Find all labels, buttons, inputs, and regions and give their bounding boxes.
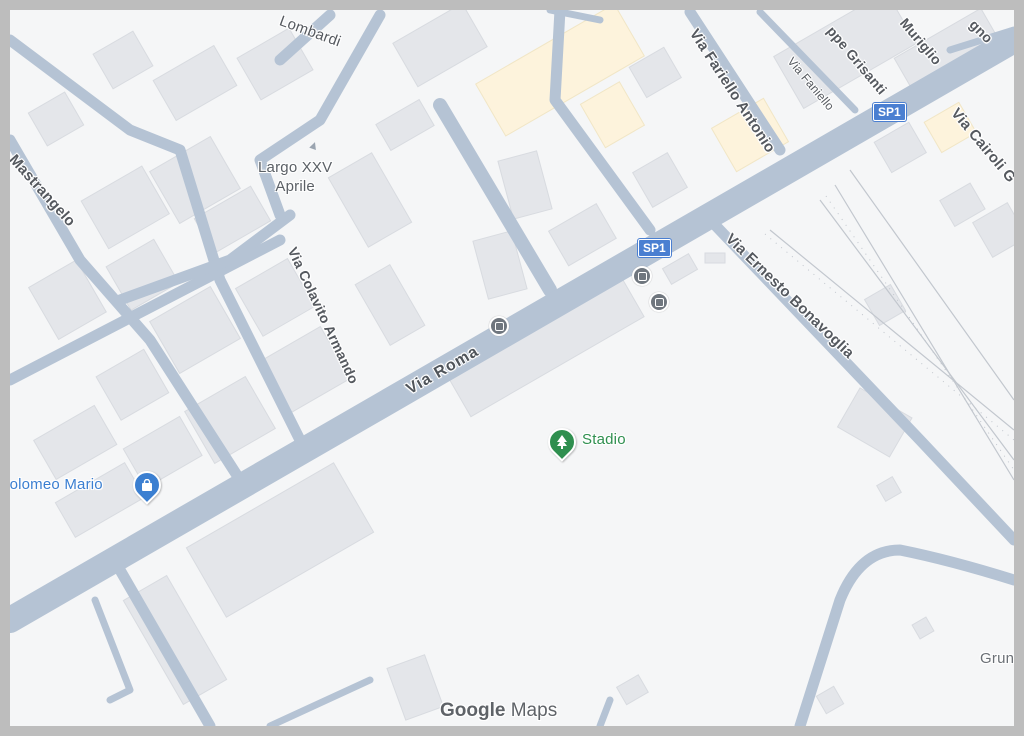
- google-wordmark: Google: [440, 700, 506, 721]
- place-label-largo-xxv-aprile: Largo XXV Aprile: [258, 158, 332, 196]
- place-label-grun: Grun: [980, 650, 1014, 667]
- park-icon: [550, 430, 574, 454]
- place-label-line-1: Largo XXV: [258, 159, 333, 176]
- map-viewport[interactable]: Lombardi Via Fariello Antonio Via Faniel…: [10, 10, 1014, 726]
- route-shield-sp1: SP1: [638, 239, 671, 257]
- poi-label-stadio[interactable]: Stadio: [582, 431, 626, 448]
- bus-stop-icon[interactable]: [649, 292, 669, 312]
- route-shield-sp1: SP1: [873, 103, 906, 121]
- bus-stop-icon[interactable]: [632, 266, 652, 286]
- bus-stop-icon[interactable]: [489, 316, 509, 336]
- map-canvas[interactable]: [10, 10, 1014, 726]
- place-label-line-2: Aprile: [275, 178, 315, 195]
- poi-label-bartolomeo-mario[interactable]: rtolomeo Mario: [10, 476, 103, 493]
- maps-wordmark: Maps: [510, 700, 558, 721]
- google-maps-logo: Google Maps: [440, 700, 557, 722]
- shopping-bag-icon: [135, 473, 159, 497]
